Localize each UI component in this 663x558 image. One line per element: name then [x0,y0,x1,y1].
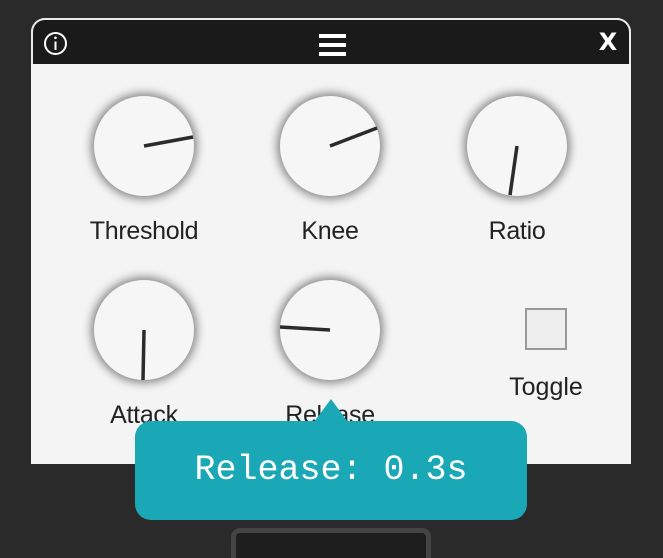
release-knob[interactable] [280,280,380,380]
tooltip-arrow [314,399,348,422]
ratio-knob[interactable] [467,96,567,196]
toggle-label: Toggle [509,373,583,401]
ratio-label: Ratio [488,217,546,245]
knob-indicator-icon [143,135,194,148]
threshold-label: Threshold [89,217,199,245]
titlebar: X [31,18,631,64]
info-icon[interactable] [43,31,68,56]
bottom-panel-tab[interactable] [231,528,431,558]
knee-knob[interactable] [280,96,380,196]
knob-indicator-icon [508,145,519,196]
knee-label: Knee [301,217,359,245]
attack-knob[interactable] [94,280,194,380]
tooltip-text: Release: 0.3s [194,450,468,490]
knob-indicator-icon [141,329,146,380]
toggle-checkbox[interactable] [525,308,567,350]
hamburger-menu-icon[interactable] [319,34,346,56]
knob-indicator-icon [329,126,378,148]
close-button[interactable]: X [597,30,619,54]
plugin-window: X Threshold Knee Ratio Attack Release To… [31,18,631,464]
value-tooltip: Release: 0.3s [135,421,527,520]
threshold-knob[interactable] [94,96,194,196]
knob-indicator-icon [280,325,331,332]
